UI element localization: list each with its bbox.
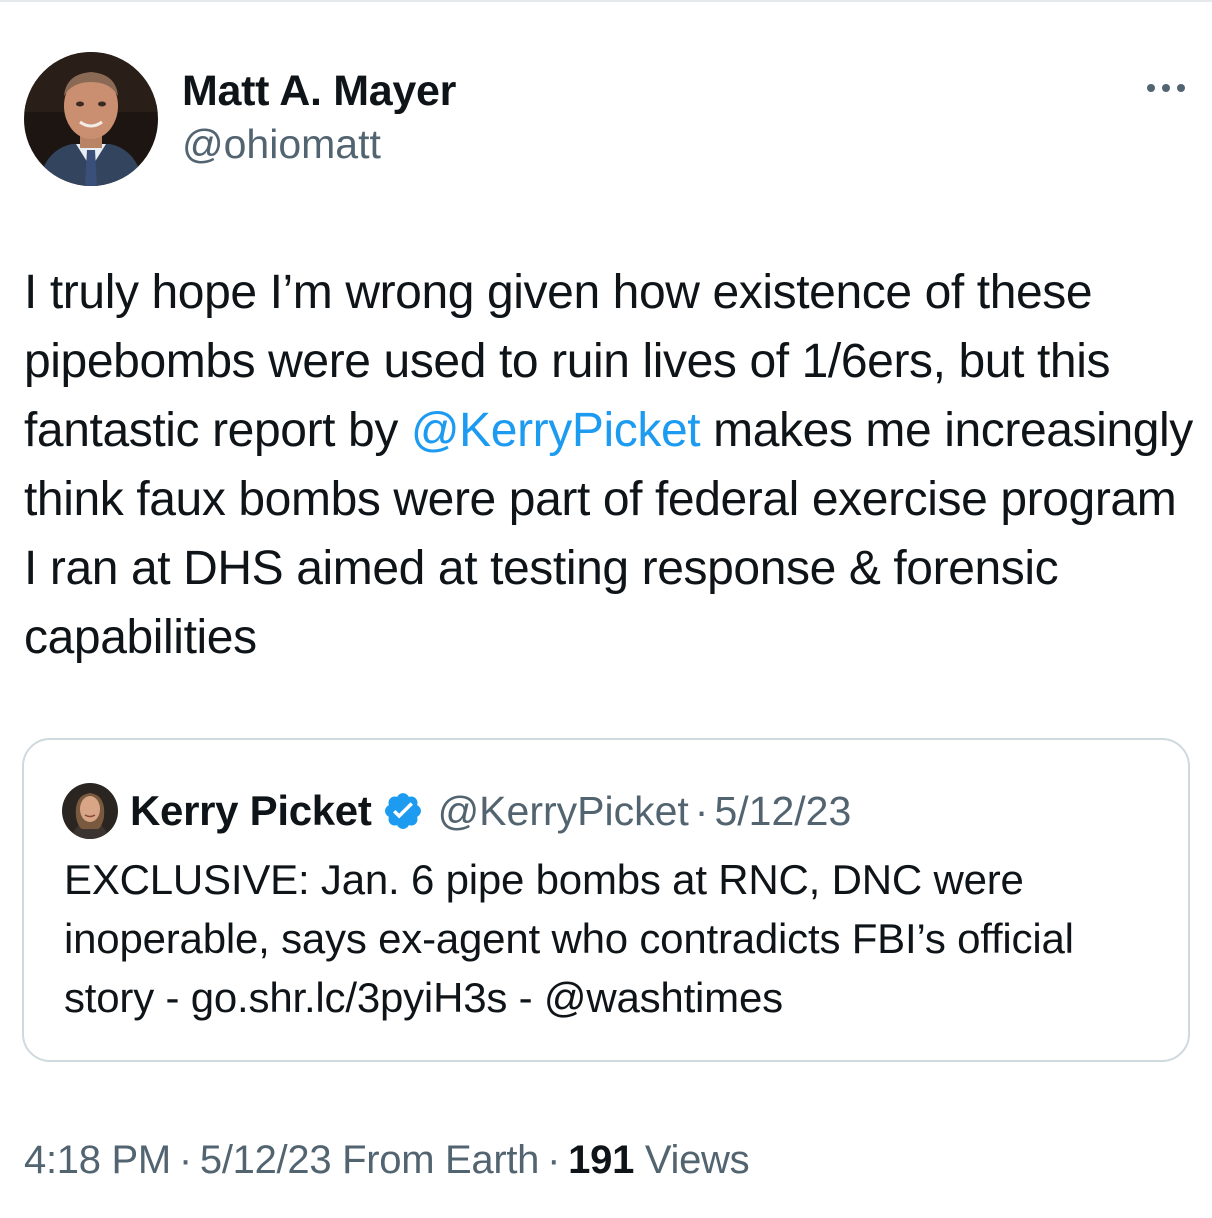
author-handle[interactable]: @ohiomatt — [182, 120, 456, 168]
tweet-date[interactable]: 5/12/23 — [200, 1138, 332, 1182]
views-count: 191 — [568, 1138, 635, 1182]
quoted-tweet-date[interactable]: 5/12/23 — [714, 788, 851, 835]
tweet-metadata: 4:18 PM · 5/12/23 From Earth · 191 Views — [24, 1134, 750, 1186]
author-names: Matt A. Mayer @ohiomatt — [182, 66, 456, 168]
quoted-tweet-header: Kerry Picket @KerryPicket · 5/12/23 — [62, 782, 851, 840]
top-divider — [0, 0, 1212, 2]
author-display-name[interactable]: Matt A. Mayer — [182, 66, 456, 116]
verified-badge — [382, 790, 424, 832]
quoted-tweet-card[interactable]: Kerry Picket @KerryPicket · 5/12/23 EXCL… — [22, 738, 1190, 1062]
author-avatar[interactable] — [24, 52, 158, 186]
quoted-tweet-text: EXCLUSIVE: Jan. 6 pipe bombs at RNC, DNC… — [64, 856, 1074, 1021]
quoted-separator: · — [694, 787, 709, 834]
quoted-author-avatar[interactable] — [62, 783, 118, 839]
tweet-header: Matt A. Mayer @ohiomatt — [24, 52, 1194, 186]
meta-separator: · — [178, 1138, 192, 1182]
views-label: Views — [644, 1138, 750, 1182]
meta-separator: · — [547, 1138, 561, 1182]
author-avatar-image — [24, 52, 158, 186]
mention-link[interactable]: @KerryPicket — [411, 404, 701, 457]
quoted-author-handle[interactable]: @KerryPicket — [438, 788, 689, 835]
more-options-button[interactable] — [1144, 78, 1188, 98]
tweet-location: From Earth — [342, 1138, 540, 1182]
more-horizontal-icon — [1147, 84, 1185, 92]
quoted-author-name[interactable]: Kerry Picket — [130, 787, 372, 835]
quoted-author-avatar-image — [62, 783, 118, 839]
tweet-time[interactable]: 4:18 PM — [24, 1138, 171, 1182]
verified-badge-icon — [384, 793, 421, 829]
tweet-text: I truly hope I’m wrong given how existen… — [24, 258, 1194, 672]
